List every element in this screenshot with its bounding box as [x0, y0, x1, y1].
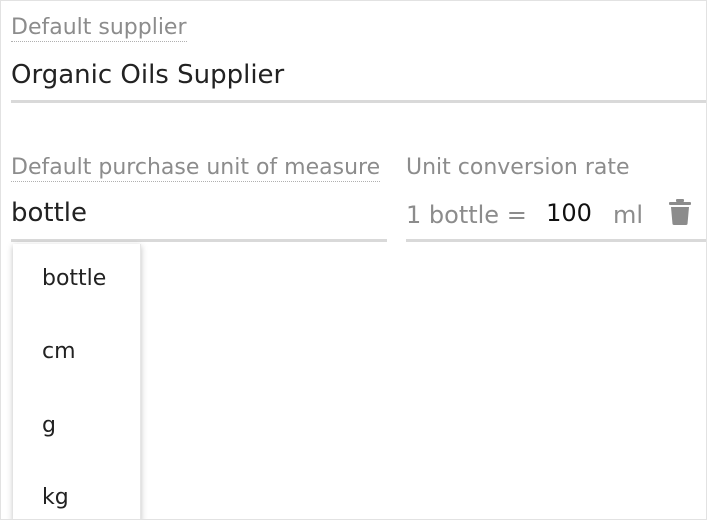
- uom-option-bottle[interactable]: bottle: [42, 265, 106, 293]
- uom-option-kg[interactable]: kg: [42, 484, 69, 512]
- uom-option-g[interactable]: g: [42, 412, 56, 440]
- default-supplier-underline: [11, 100, 706, 103]
- conversion-rate-input[interactable]: 100: [539, 198, 599, 228]
- default-supplier-field[interactable]: Organic Oils Supplier: [11, 59, 284, 91]
- trash-icon-graphic: [669, 199, 691, 225]
- unit-conversion-rate-label: Unit conversion rate: [406, 155, 630, 180]
- uom-option-cm[interactable]: cm: [42, 338, 76, 366]
- default-supplier-label: Default supplier: [11, 15, 187, 42]
- conversion-prefix: 1 bottle =: [406, 201, 527, 229]
- default-purchase-uom-field[interactable]: bottle: [11, 197, 87, 229]
- product-purchase-form: Default supplier Organic Oils Supplier D…: [0, 0, 707, 520]
- default-purchase-uom-underline: [11, 239, 387, 242]
- conversion-unit: ml: [613, 201, 644, 229]
- default-purchase-uom-label: Default purchase unit of measure: [11, 155, 381, 182]
- conversion-rate-underline: [406, 239, 706, 242]
- uom-dropdown-menu: bottle cm g kg: [13, 244, 141, 519]
- trash-icon[interactable]: [669, 199, 691, 225]
